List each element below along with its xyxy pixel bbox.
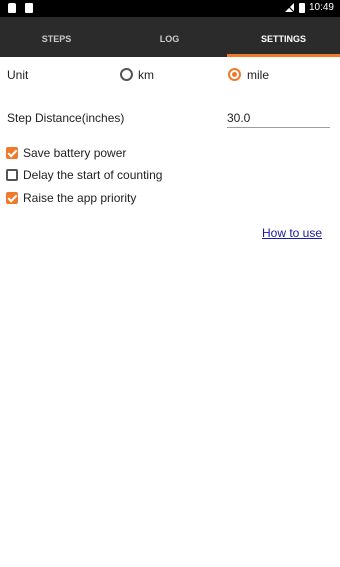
checkbox-delay-start-label[interactable]: Delay the start of counting bbox=[23, 168, 162, 182]
tab-log[interactable]: LOG bbox=[113, 17, 226, 57]
checkbox-save-battery[interactable] bbox=[6, 147, 18, 159]
checkbox-save-battery-label[interactable]: Save battery power bbox=[23, 146, 126, 160]
step-distance-row: Step Distance(inches) bbox=[0, 110, 340, 130]
tab-settings[interactable]: SETTINGS bbox=[227, 17, 340, 57]
tab-steps[interactable]: STEPS bbox=[0, 17, 113, 57]
selected-tab-indicator bbox=[227, 54, 340, 57]
step-distance-input[interactable] bbox=[227, 110, 330, 128]
status-bar: 10:49 bbox=[0, 0, 340, 17]
how-to-use-link[interactable]: How to use bbox=[262, 226, 322, 240]
unit-row: Unit km mile bbox=[0, 67, 340, 85]
step-distance-label: Step Distance(inches) bbox=[7, 111, 125, 125]
unit-label: Unit bbox=[7, 68, 29, 82]
radio-mile[interactable] bbox=[228, 68, 241, 81]
radio-mile-label[interactable]: mile bbox=[247, 68, 269, 82]
sd-card-icon bbox=[25, 3, 33, 13]
radio-km[interactable] bbox=[120, 68, 133, 81]
no-signal-icon bbox=[284, 2, 295, 13]
checkbox-delay-start[interactable] bbox=[6, 169, 18, 181]
checkbox-raise-priority-label[interactable]: Raise the app priority bbox=[23, 191, 136, 205]
tab-bar: STEPS LOG SETTINGS bbox=[0, 17, 340, 57]
battery-icon bbox=[298, 2, 305, 13]
checkbox-save-battery-row[interactable]: Save battery power bbox=[6, 145, 126, 161]
checkbox-delay-start-row[interactable]: Delay the start of counting bbox=[6, 167, 162, 183]
checkbox-raise-priority-row[interactable]: Raise the app priority bbox=[6, 190, 136, 206]
radio-km-label[interactable]: km bbox=[138, 68, 154, 82]
status-time: 10:49 bbox=[308, 2, 334, 13]
checkbox-raise-priority[interactable] bbox=[6, 192, 18, 204]
notification-icon bbox=[8, 3, 16, 13]
